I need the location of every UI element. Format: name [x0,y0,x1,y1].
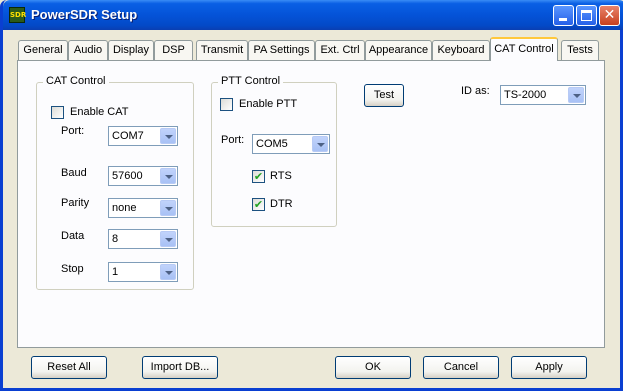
chevron-down-icon[interactable] [160,231,176,247]
minimize-icon [559,18,567,21]
ptt-port-select[interactable]: COM5 [252,134,330,154]
tab-keyboard[interactable]: Keyboard [432,40,490,60]
title-bar[interactable]: SDR PowerSDR Setup ✕ [3,0,623,30]
enable-ptt-checkbox[interactable] [220,98,233,111]
baud-select[interactable]: 57600 [108,166,178,186]
baud-label: Baud [61,167,87,179]
enable-cat-label: Enable CAT [70,106,129,118]
tab-tests[interactable]: Tests [561,40,599,60]
enable-cat-checkbox[interactable] [51,106,64,119]
cat-port-select[interactable]: COM7 [108,126,178,146]
dtr-label: DTR [270,198,293,210]
data-bits-select[interactable]: 8 [108,229,178,249]
tab-pa-settings[interactable]: PA Settings [248,40,315,60]
cat-port-value: COM7 [112,130,144,142]
app-icon: SDR [9,7,26,23]
test-button[interactable]: Test [364,84,404,107]
setup-window: SDR PowerSDR Setup ✕ General Audio Displ… [0,0,623,391]
tab-transmit[interactable]: Transmit [196,40,248,60]
chevron-down-icon[interactable] [160,128,176,144]
reset-all-button[interactable]: Reset All [31,356,107,379]
ptt-port-label: Port: [221,134,245,146]
tab-ext-ctrl[interactable]: Ext. Ctrl [315,40,365,60]
chevron-down-icon[interactable] [160,200,176,216]
tab-display[interactable]: Display [108,40,154,60]
stop-bits-label: Stop [61,263,84,275]
cat-control-group: CAT Control Enable CAT Port: COM7 Baud 5… [36,75,194,290]
data-bits-label: Data [61,230,85,242]
maximize-icon [581,10,592,21]
cat-port-label: Port: [61,125,85,137]
parity-label: Parity [61,197,90,209]
minimize-button[interactable] [553,5,574,26]
close-button[interactable]: ✕ [599,5,620,26]
apply-button[interactable]: Apply [511,356,587,379]
baud-value: 57600 [112,170,143,182]
ok-button[interactable]: OK [335,356,411,379]
id-as-label: ID as: [461,85,490,97]
close-icon: ✕ [603,7,616,23]
chevron-down-icon[interactable] [160,264,176,280]
cat-control-panel: CAT Control Enable CAT Port: COM7 Baud 5… [17,60,605,348]
chevron-down-icon[interactable] [312,136,328,152]
ptt-port-value: COM5 [256,138,288,150]
rts-label: RTS [270,170,292,182]
enable-ptt-label: Enable PTT [239,98,298,110]
rts-checkbox[interactable]: ✔ [252,170,265,183]
tab-cat-control[interactable]: CAT Control [490,37,558,61]
tab-appearance[interactable]: Appearance [365,40,432,60]
cancel-button[interactable]: Cancel [423,356,499,379]
tab-general[interactable]: General [18,40,68,60]
parity-select[interactable]: none [108,198,178,218]
dtr-checkbox[interactable]: ✔ [252,198,265,211]
chevron-down-icon[interactable] [160,168,176,184]
ptt-control-group-title: PTT Control [218,75,284,87]
tab-dsp[interactable]: DSP [154,40,193,60]
stop-bits-select[interactable]: 1 [108,262,178,282]
parity-value: none [112,202,137,214]
id-as-value: TS-2000 [504,89,547,101]
window-title: PowerSDR Setup [31,7,138,22]
stop-bits-value: 1 [112,266,119,278]
maximize-button[interactable] [576,5,597,26]
ptt-control-group: PTT Control Enable PTT Port: COM5 ✔ RTS … [211,75,337,227]
chevron-down-icon[interactable] [568,87,584,103]
id-as-select[interactable]: TS-2000 [500,85,586,105]
cat-control-group-title: CAT Control [43,75,109,87]
data-bits-value: 8 [112,233,119,245]
import-db-button[interactable]: Import DB... [142,356,218,379]
tab-audio[interactable]: Audio [68,40,108,60]
